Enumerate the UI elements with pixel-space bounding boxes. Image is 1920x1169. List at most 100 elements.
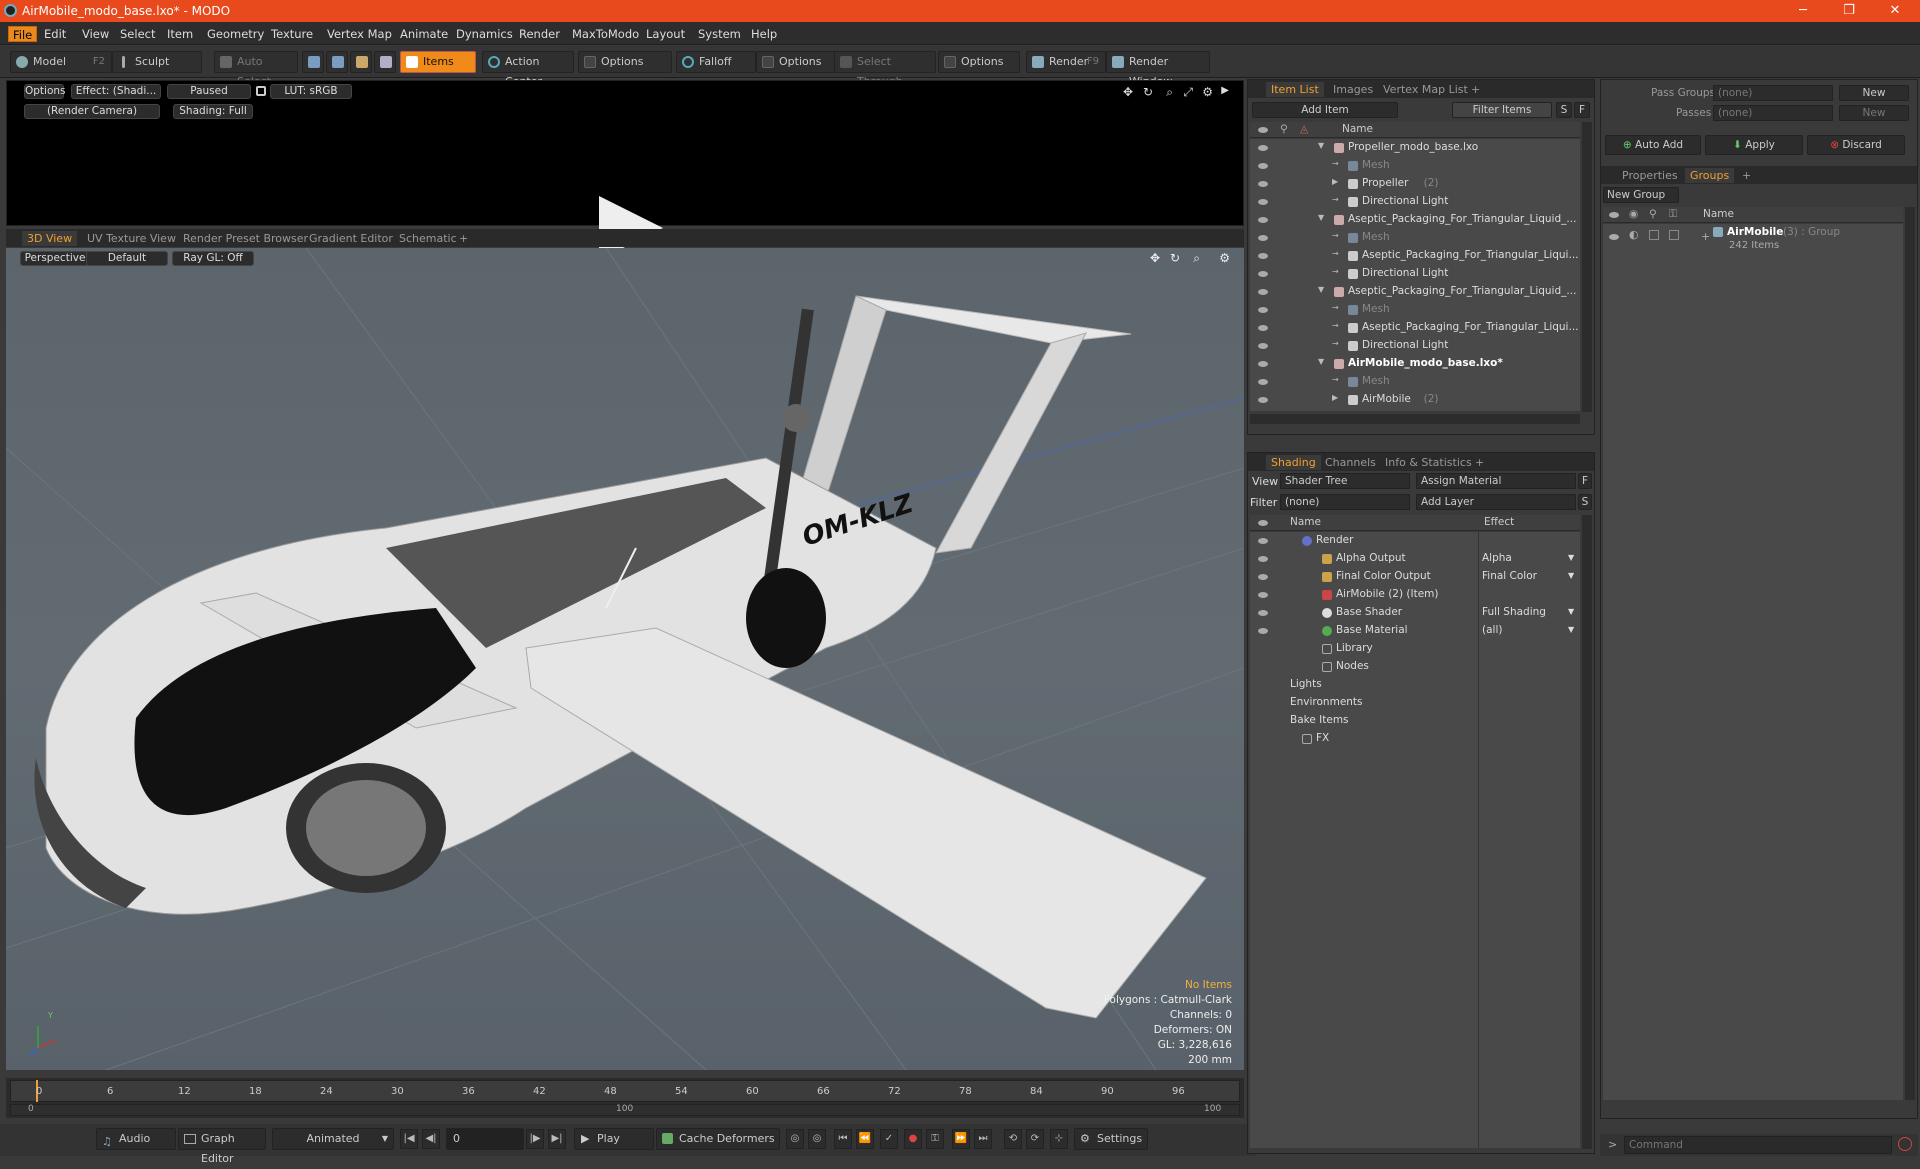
graph-editor-button[interactable]: Graph Editor <box>178 1128 266 1165</box>
visibility-icon[interactable] <box>1258 361 1268 367</box>
rotate-view-icon[interactable]: ↻ <box>1143 85 1153 99</box>
items-mode-button[interactable]: Items <box>400 51 476 73</box>
item-list-row[interactable]: ▶ Propeller (2) <box>1250 175 1580 193</box>
lock-checkbox[interactable] <box>1649 230 1659 240</box>
item-list-row[interactable]: ▼ Aseptic_Packaging_For_Triangular_Liquid… <box>1250 283 1580 301</box>
next-key-button[interactable]: |▶ <box>526 1129 544 1149</box>
shader-tree-row[interactable]: Alpha Output Alpha ▼ <box>1250 550 1580 568</box>
add-item-dropdown[interactable]: Add Item <box>1252 102 1398 118</box>
action-center-button[interactable]: Action Center <box>482 51 574 88</box>
visibility-icon[interactable] <box>1258 397 1268 403</box>
groups-scrollbar[interactable] <box>1905 207 1915 1100</box>
timeline[interactable]: 0 100 100 0 6 12 18 24 30 36 42 48 54 60 66 72 78 84 90… <box>6 1078 1244 1118</box>
move-view-icon[interactable]: ✥ <box>1150 251 1160 265</box>
filter-f-button[interactable]: F <box>1574 102 1590 118</box>
3d-viewport[interactable]: OM-KLZ Y Perspective Default Ray GL: Off… <box>6 248 1244 1070</box>
loop-icon[interactable]: ⟲ <box>1004 1129 1022 1149</box>
child-link-icon[interactable]: → <box>1332 249 1339 258</box>
shader-tree-row[interactable]: Base Material (all) ▼ <box>1250 622 1580 640</box>
render-toggle-icon[interactable]: ◐ <box>1629 228 1639 241</box>
child-link-icon[interactable]: → <box>1332 339 1339 348</box>
tab-uv-texture-view[interactable]: UV Texture View <box>82 231 181 246</box>
prev-key-button[interactable]: ◀| <box>422 1129 440 1149</box>
tab-info-statistics[interactable]: Info & Statistics <box>1380 455 1477 470</box>
action-center-options-button[interactable]: Options <box>578 51 672 73</box>
item-list-scrollbar[interactable] <box>1582 122 1592 412</box>
filter-items-field[interactable]: Filter Items <box>1452 102 1552 118</box>
model-mode-button[interactable]: Model F2 <box>10 51 112 73</box>
shader-tree-row[interactable]: Nodes <box>1250 658 1580 676</box>
shading-s-button[interactable]: S <box>1578 494 1592 510</box>
add-tab-button[interactable]: + <box>1470 455 1489 470</box>
item-list-row[interactable]: → Directional Light <box>1250 265 1580 283</box>
command-input[interactable] <box>1624 1136 1892 1154</box>
new-group-button[interactable]: New Group <box>1603 187 1679 203</box>
discard-button[interactable]: ⊗ Discard <box>1807 135 1905 155</box>
key-toggle-icon[interactable]: ✓ <box>880 1129 898 1149</box>
next-keyframe-icon[interactable]: ⏩ <box>952 1129 970 1149</box>
filter-s-button[interactable]: S <box>1556 102 1572 118</box>
preview-shading-dropdown[interactable]: Shading: Full <box>173 104 253 119</box>
go-to-end-button[interactable]: ▶| <box>548 1129 566 1149</box>
item-list-row[interactable]: → Aseptic_Packaging_For_Triangular_Liqui.… <box>1250 319 1580 337</box>
visibility-icon[interactable] <box>1258 610 1268 616</box>
shader-effect-value[interactable]: (all) <box>1482 624 1502 636</box>
last-key-icon[interactable]: ⏭ <box>974 1129 992 1149</box>
item-list-row[interactable]: → Mesh <box>1250 301 1580 319</box>
tab-properties[interactable]: Properties <box>1617 168 1683 183</box>
lut-dropdown[interactable]: LUT: sRGB <box>270 84 352 99</box>
rotate-view-icon[interactable]: ↻ <box>1170 251 1180 265</box>
key-icon[interactable]: ◎ <box>786 1129 804 1149</box>
gear-icon[interactable]: ⚙ <box>1219 251 1230 265</box>
item-list-row[interactable]: → Directional Light <box>1250 337 1580 355</box>
visibility-icon[interactable] <box>1258 556 1268 562</box>
close-button[interactable]: ✕ <box>1872 0 1918 22</box>
menu-edit[interactable]: Edit <box>40 26 70 42</box>
assign-material-dropdown[interactable]: Assign Material <box>1416 473 1576 489</box>
shader-tree-row[interactable]: Base Shader Full Shading ▼ <box>1250 604 1580 622</box>
shading-default-dropdown[interactable]: Default <box>86 251 168 266</box>
item-tree[interactable]: ▼ Propeller_modo_base.lxo → Mesh ▶ Propeller (… <box>1250 139 1580 411</box>
render-preview[interactable]: Options Effect: (Shadi... Paused LUT: sR… <box>6 80 1244 260</box>
shader-tree[interactable]: Render Alpha Output Alpha ▼ Final Color Outp… <box>1250 532 1580 1148</box>
shader-tree-row[interactable]: Environments <box>1250 694 1580 712</box>
visibility-icon[interactable] <box>1258 253 1268 259</box>
menu-file[interactable]: File <box>8 26 38 42</box>
child-link-icon[interactable]: → <box>1332 159 1339 168</box>
item-list-row[interactable]: → Directional Light <box>1250 193 1580 211</box>
child-link-icon[interactable]: → <box>1332 321 1339 330</box>
groups-list[interactable]: ◐ + AirMobile (3) : Group 242 Items <box>1603 224 1903 1100</box>
tab-channels[interactable]: Channels <box>1320 455 1381 470</box>
visibility-icon[interactable] <box>1258 217 1268 223</box>
tab-3d-view[interactable]: 3D View <box>22 231 78 246</box>
ghost-icon[interactable]: ⟳ <box>1026 1129 1044 1149</box>
key-all-icon[interactable]: ◎ <box>808 1129 826 1149</box>
add-layer-dropdown[interactable]: Add Layer <box>1416 494 1576 510</box>
visibility-icon[interactable] <box>1258 163 1268 169</box>
shading-filter-dropdown[interactable]: (none) <box>1280 494 1410 510</box>
item-list-row[interactable]: ▶ AirMobile (2) <box>1250 391 1580 409</box>
minimize-button[interactable]: ─ <box>1780 0 1826 22</box>
menu-maxtomodo[interactable]: MaxToModo <box>568 26 643 42</box>
shader-tree-row[interactable]: Library <box>1250 640 1580 658</box>
item-list-row[interactable]: ▼ Propeller_modo_base.lxo <box>1250 139 1580 157</box>
add-tab-button[interactable]: + <box>1466 82 1485 97</box>
visibility-icon[interactable] <box>1258 379 1268 385</box>
add-tab-button[interactable]: + <box>454 231 473 246</box>
timeline-track[interactable] <box>10 1080 1240 1102</box>
render-window-button[interactable]: Render Window <box>1106 51 1210 88</box>
item-list-row[interactable]: ▼ Aseptic_Packaging_For_Triangular_Liquid… <box>1250 211 1580 229</box>
tab-shading[interactable]: Shading <box>1266 455 1321 470</box>
falloff-options-button[interactable]: Options <box>756 51 836 73</box>
menu-render[interactable]: Render <box>515 26 564 42</box>
new-pass-button[interactable]: New <box>1839 105 1909 121</box>
child-link-icon[interactable]: → <box>1332 303 1339 312</box>
move-view-icon[interactable]: ✥ <box>1123 85 1133 99</box>
item-list-row[interactable]: ▼ AirMobile_modo_base.lxo* <box>1250 355 1580 373</box>
add-tab-button[interactable]: + <box>1737 168 1756 183</box>
auto-add-button[interactable]: ⊕ Auto Add <box>1605 135 1701 155</box>
item-list-row[interactable]: → Mesh <box>1250 229 1580 247</box>
visibility-icon[interactable] <box>1258 181 1268 187</box>
play-button[interactable]: ▶ Play <box>574 1128 654 1150</box>
visibility-icon[interactable] <box>1609 234 1619 240</box>
